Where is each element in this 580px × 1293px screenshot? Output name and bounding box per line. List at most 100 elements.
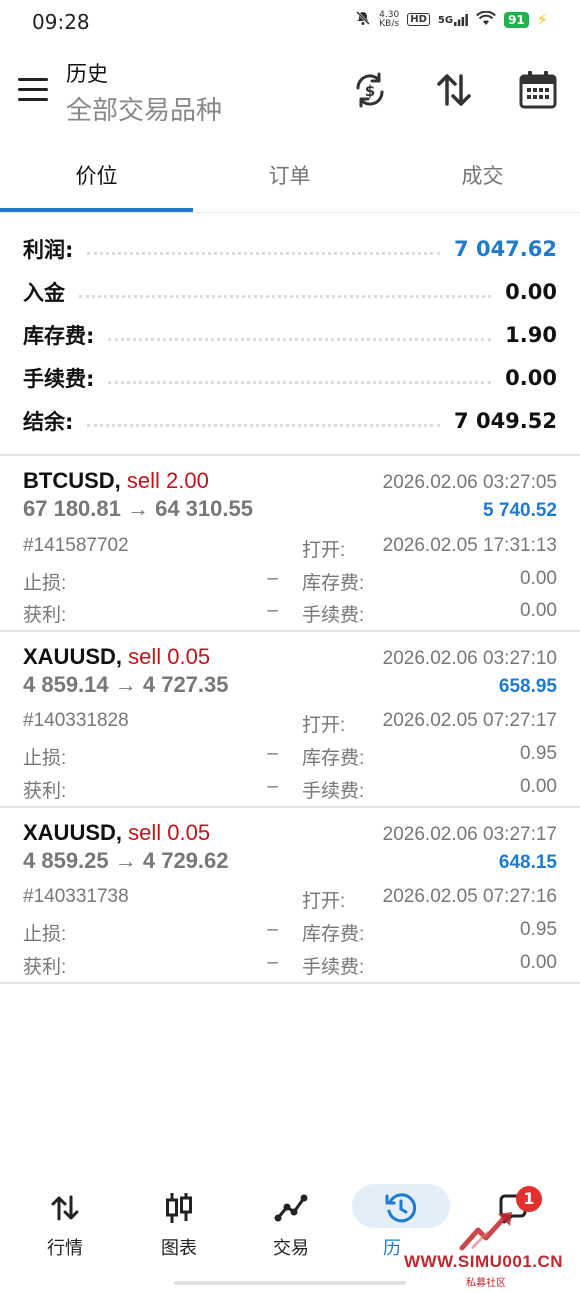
- swap-label: 库存费:: [302, 748, 365, 769]
- trade-symbol: BTCUSD,: [23, 468, 121, 493]
- swap-label: 库存费:: [302, 924, 365, 945]
- trade-profit: 658.95: [498, 676, 557, 697]
- dotted-leader: [79, 294, 492, 298]
- watermark-url: WWW.SIMU001.CN: [404, 1252, 564, 1271]
- mute-icon: [355, 10, 371, 29]
- open-time: 2026.02.05 17:31:13: [382, 535, 557, 556]
- trade-side: sell 0.05: [122, 644, 211, 669]
- summary-balance-row: 结余: 7 049.52: [23, 406, 557, 436]
- trade-profit: 648.15: [498, 852, 557, 873]
- summary-label: 库存费:: [23, 324, 95, 348]
- summary-swap-row: 库存费: 1.90: [23, 320, 557, 350]
- watermark-logo-icon: [458, 1208, 522, 1256]
- commission-value: 0.00: [520, 776, 557, 797]
- trade-item[interactable]: BTCUSD, sell 2.00 67 180.81 → 64 310.55 …: [0, 456, 580, 630]
- open-label: 打开:: [302, 715, 346, 736]
- open-time: 2026.02.05 07:27:16: [382, 886, 557, 907]
- nav-charts[interactable]: 图表: [121, 1188, 237, 1268]
- dotted-leader: [87, 423, 441, 427]
- home-indicator[interactable]: [174, 1281, 406, 1285]
- trade-side: sell 0.05: [122, 820, 211, 845]
- summary-commission-value: 0.00: [505, 366, 557, 390]
- summary-label: 利润:: [23, 238, 74, 262]
- sort-icon[interactable]: [430, 66, 478, 114]
- swap-value: 0.00: [520, 568, 557, 589]
- summary-deposit-row: 入金 0.00: [23, 277, 557, 307]
- nav-trade[interactable]: 交易: [233, 1188, 349, 1268]
- commission-label: 手续费:: [302, 957, 365, 978]
- status-time: 09:28: [32, 10, 90, 34]
- summary-deposit-value: 0.00: [505, 280, 557, 304]
- currency-exchange-icon[interactable]: $: [346, 66, 394, 114]
- sl-value: –: [267, 919, 278, 940]
- candlestick-chart-icon: [121, 1188, 237, 1228]
- tab-orders[interactable]: 订单: [193, 160, 386, 212]
- summary-commission-row: 手续费: 0.00: [23, 363, 557, 393]
- sl-label: 止损:: [23, 924, 67, 945]
- swap-label: 库存费:: [302, 573, 365, 594]
- tp-value: –: [267, 952, 278, 973]
- dotted-leader: [108, 380, 492, 384]
- summary-profit-row: 利润: 7 047.62: [23, 234, 557, 264]
- trade-close-time: 2026.02.06 03:27:17: [382, 824, 557, 845]
- trade-ticket: #140331738: [23, 886, 129, 907]
- trade-line-icon: [233, 1188, 349, 1228]
- summary-profit-value: 7 047.62: [454, 237, 557, 261]
- summary-balance-value: 7 049.52: [454, 409, 557, 433]
- commission-value: 0.00: [520, 952, 557, 973]
- tab-positions[interactable]: 价位: [0, 160, 193, 212]
- summary-swap-value: 1.90: [505, 323, 557, 347]
- trade-item[interactable]: XAUUSD, sell 0.05 4 859.25 → 4 729.62 20…: [0, 808, 580, 982]
- menu-icon[interactable]: [18, 78, 48, 102]
- quotes-arrows-icon: [7, 1188, 123, 1228]
- swap-value: 0.95: [520, 743, 557, 764]
- hd-badge: HD: [407, 13, 430, 26]
- summary-label: 结余:: [23, 410, 74, 434]
- trade-prices: 4 859.25 → 4 729.62: [23, 848, 229, 873]
- trade-ticket: #140331828: [23, 710, 129, 731]
- sl-value: –: [267, 743, 278, 764]
- open-label: 打开:: [302, 891, 346, 912]
- swap-value: 0.95: [520, 919, 557, 940]
- battery-indicator: 91: [504, 11, 529, 28]
- dotted-leader: [87, 251, 441, 255]
- trade-prices: 4 859.14 → 4 727.35: [23, 672, 229, 697]
- tp-label: 获利:: [23, 957, 67, 978]
- page-title: 历史: [66, 62, 108, 86]
- commission-label: 手续费:: [302, 605, 365, 626]
- open-label: 打开:: [302, 540, 346, 561]
- summary-label: 手续费:: [23, 367, 95, 391]
- wifi-icon: [476, 10, 496, 29]
- summary-label: 入金: [23, 281, 65, 305]
- trade-side: sell 2.00: [120, 468, 209, 493]
- calendar-icon[interactable]: [514, 66, 562, 114]
- sl-label: 止损:: [23, 573, 67, 594]
- trade-close-time: 2026.02.06 03:27:10: [382, 648, 557, 669]
- watermark-subtitle: 私募社区: [466, 1278, 506, 1289]
- signal-icon: 5G: [438, 13, 468, 26]
- nav-label: 交易: [273, 1238, 309, 1259]
- sl-label: 止损:: [23, 748, 67, 769]
- tab-deals[interactable]: 成交: [386, 160, 579, 212]
- symbol-filter[interactable]: 全部交易品种: [66, 90, 222, 127]
- tp-label: 获利:: [23, 781, 67, 802]
- trade-prices: 67 180.81 → 64 310.55: [23, 496, 253, 521]
- commission-value: 0.00: [520, 600, 557, 621]
- nav-label: 行情: [47, 1238, 83, 1259]
- trade-close-time: 2026.02.06 03:27:05: [382, 472, 557, 493]
- trade-symbol: XAUUSD,: [23, 820, 123, 845]
- nav-quotes[interactable]: 行情: [7, 1188, 123, 1268]
- trade-profit: 5 740.52: [483, 500, 557, 521]
- tp-label: 获利:: [23, 605, 67, 626]
- sl-value: –: [267, 568, 278, 589]
- charging-icon: ⚡: [536, 10, 548, 29]
- tp-value: –: [267, 776, 278, 797]
- open-time: 2026.02.05 07:27:17: [382, 710, 557, 731]
- trade-item[interactable]: XAUUSD, sell 0.05 4 859.14 → 4 727.35 20…: [0, 632, 580, 806]
- dotted-leader: [108, 337, 492, 341]
- svg-text:$: $: [365, 82, 375, 100]
- trade-ticket: #141587702: [23, 535, 129, 556]
- trade-symbol: XAUUSD,: [23, 644, 123, 669]
- tp-value: –: [267, 600, 278, 621]
- commission-label: 手续费:: [302, 781, 365, 802]
